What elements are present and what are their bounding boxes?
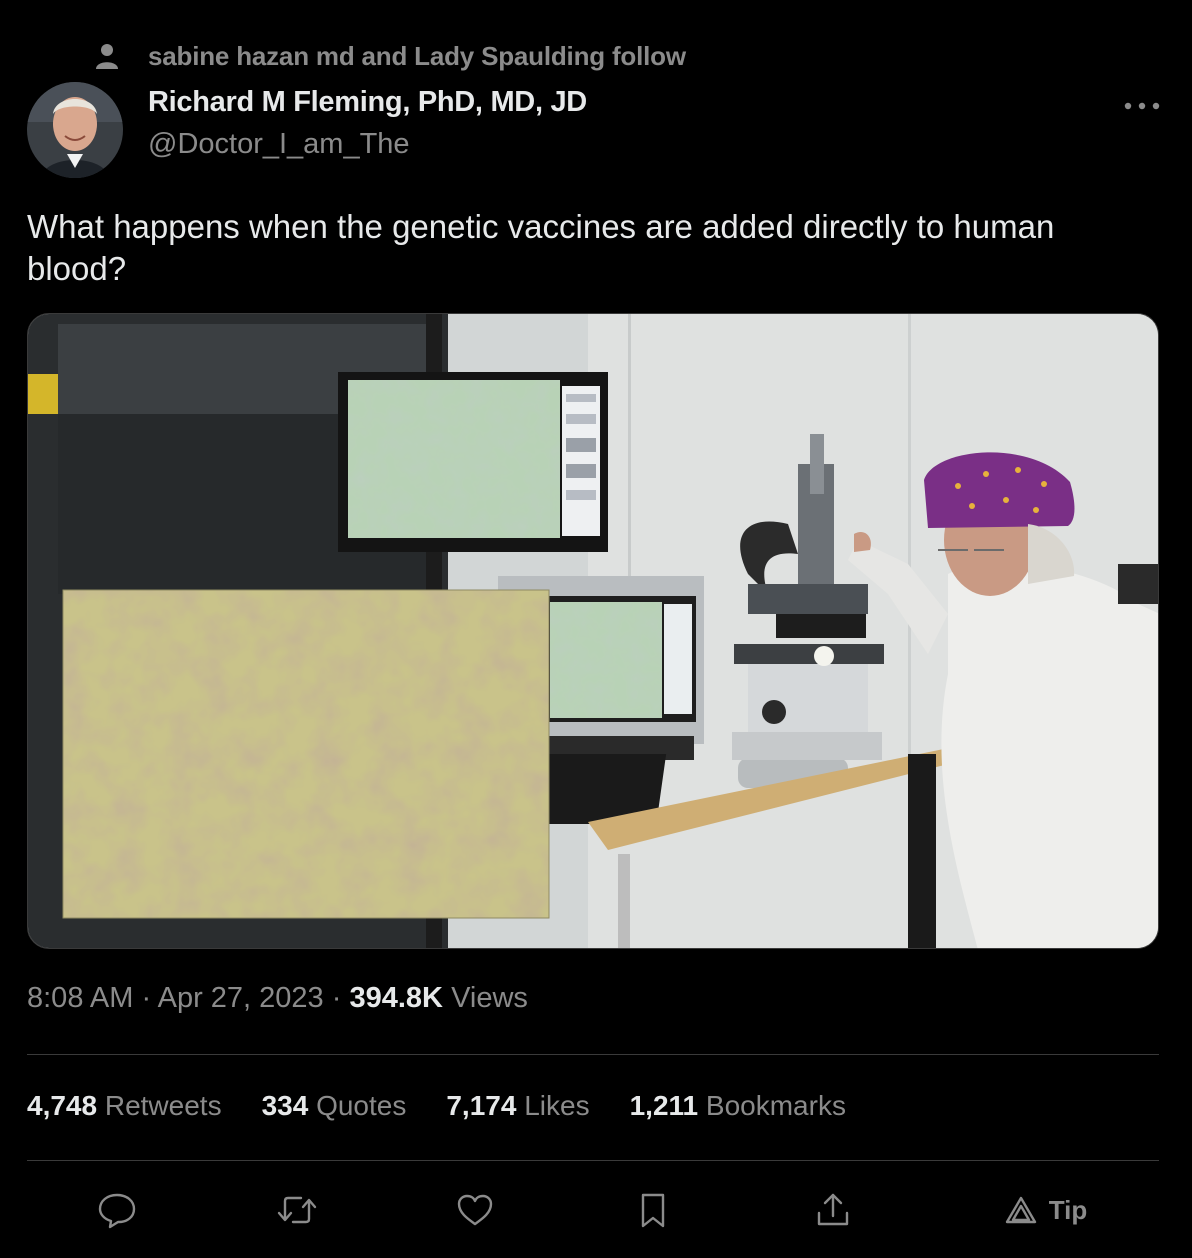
bookmark-icon [641, 1193, 665, 1228]
tweet-date[interactable]: Apr 27, 2023 [158, 982, 324, 1014]
tip-button[interactable]: Tip [1000, 1180, 1092, 1240]
action-bar: Tip [0, 1180, 1192, 1244]
author-handle[interactable]: @Doctor_I_am_The [148, 128, 410, 161]
tweet-time[interactable]: 8:08 AM [27, 982, 133, 1014]
retweets-label: Retweets [104, 1090, 222, 1121]
more-options-button[interactable] [1122, 92, 1162, 120]
tip-label: Tip [1048, 1194, 1088, 1225]
social-context-text: sabine hazan md and Lady Spaulding follo… [148, 40, 686, 71]
views-label: Views [451, 982, 528, 1014]
retweet-icon [277, 1196, 317, 1224]
triangle-icon [1005, 1196, 1036, 1224]
meta-separator: · [331, 982, 342, 1014]
heart-icon [457, 1194, 493, 1226]
likes-count: 7,174 [446, 1090, 517, 1121]
reply-button[interactable] [92, 1180, 142, 1240]
stat-bookmarks[interactable]: 1,211 Bookmarks [630, 1090, 846, 1122]
like-button[interactable] [450, 1180, 500, 1240]
divider [27, 1160, 1159, 1161]
bookmark-button[interactable] [628, 1180, 678, 1240]
tweet-stats: 4,748 Retweets 334 Quotes 7,174 Likes 1,… [27, 1090, 886, 1122]
retweet-button[interactable] [272, 1180, 322, 1240]
meta-separator: · [141, 982, 152, 1014]
views-count: 394.8K [349, 982, 443, 1014]
quotes-label: Quotes [316, 1090, 407, 1121]
author-name[interactable]: Richard M Fleming, PhD, MD, JD [148, 86, 587, 119]
reply-icon [98, 1193, 136, 1229]
stat-retweets[interactable]: 4,748 Retweets [27, 1090, 222, 1122]
stat-likes[interactable]: 7,174 Likes [446, 1090, 589, 1122]
tweet-meta: 8:08 AM · Apr 27, 2023 · 394.8K Views [27, 982, 528, 1015]
more-horizontal-icon [1124, 102, 1160, 110]
bookmarks-count: 1,211 [629, 1090, 699, 1121]
stat-quotes[interactable]: 334 Quotes [262, 1090, 407, 1122]
tweet-text: What happens when the genetic vaccines a… [27, 208, 1055, 287]
bookmarks-label: Bookmarks [705, 1090, 846, 1121]
share-button[interactable] [808, 1180, 858, 1240]
social-context: sabine hazan md and Lady Spaulding follo… [92, 38, 686, 74]
avatar[interactable] [27, 82, 123, 178]
likes-label: Likes [524, 1090, 590, 1121]
quotes-count: 334 [261, 1090, 309, 1121]
share-icon [817, 1193, 849, 1226]
retweets-count: 4,748 [27, 1090, 98, 1121]
person-icon [96, 44, 118, 69]
tweet-video[interactable] [27, 313, 1159, 949]
divider [27, 1054, 1159, 1055]
